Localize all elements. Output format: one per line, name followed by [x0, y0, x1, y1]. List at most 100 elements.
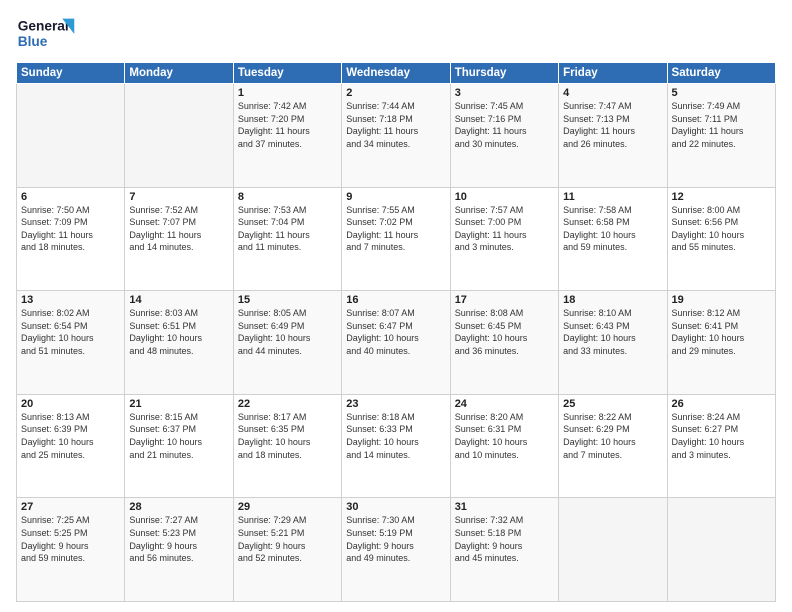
calendar-cell: 24Sunrise: 8:20 AM Sunset: 6:31 PM Dayli… [450, 394, 558, 498]
weekday-header: Tuesday [233, 63, 341, 84]
calendar-cell: 8Sunrise: 7:53 AM Sunset: 7:04 PM Daylig… [233, 187, 341, 291]
day-number: 22 [238, 398, 337, 410]
day-info: Sunrise: 8:18 AM Sunset: 6:33 PM Dayligh… [346, 411, 445, 461]
day-number: 10 [455, 191, 554, 203]
calendar-cell: 23Sunrise: 8:18 AM Sunset: 6:33 PM Dayli… [342, 394, 450, 498]
day-number: 13 [21, 294, 120, 306]
calendar-cell: 19Sunrise: 8:12 AM Sunset: 6:41 PM Dayli… [667, 291, 775, 395]
svg-text:Blue: Blue [18, 34, 48, 49]
day-info: Sunrise: 7:27 AM Sunset: 5:23 PM Dayligh… [129, 514, 228, 564]
day-info: Sunrise: 8:15 AM Sunset: 6:37 PM Dayligh… [129, 411, 228, 461]
calendar-week: 1Sunrise: 7:42 AM Sunset: 7:20 PM Daylig… [17, 84, 776, 188]
calendar-cell: 14Sunrise: 8:03 AM Sunset: 6:51 PM Dayli… [125, 291, 233, 395]
day-info: Sunrise: 8:05 AM Sunset: 6:49 PM Dayligh… [238, 307, 337, 357]
calendar-cell: 16Sunrise: 8:07 AM Sunset: 6:47 PM Dayli… [342, 291, 450, 395]
day-info: Sunrise: 8:03 AM Sunset: 6:51 PM Dayligh… [129, 307, 228, 357]
day-info: Sunrise: 8:00 AM Sunset: 6:56 PM Dayligh… [672, 204, 771, 254]
weekday-header: Friday [559, 63, 667, 84]
calendar-cell [125, 84, 233, 188]
calendar-cell: 20Sunrise: 8:13 AM Sunset: 6:39 PM Dayli… [17, 394, 125, 498]
day-number: 1 [238, 87, 337, 99]
weekday-header: Wednesday [342, 63, 450, 84]
day-info: Sunrise: 8:08 AM Sunset: 6:45 PM Dayligh… [455, 307, 554, 357]
calendar-cell: 4Sunrise: 7:47 AM Sunset: 7:13 PM Daylig… [559, 84, 667, 188]
day-number: 29 [238, 501, 337, 513]
header: General Blue [16, 12, 776, 56]
calendar-cell: 3Sunrise: 7:45 AM Sunset: 7:16 PM Daylig… [450, 84, 558, 188]
calendar-cell: 11Sunrise: 7:58 AM Sunset: 6:58 PM Dayli… [559, 187, 667, 291]
day-number: 12 [672, 191, 771, 203]
calendar-body: 1Sunrise: 7:42 AM Sunset: 7:20 PM Daylig… [17, 84, 776, 602]
day-info: Sunrise: 8:22 AM Sunset: 6:29 PM Dayligh… [563, 411, 662, 461]
logo-svg: General Blue [16, 12, 76, 56]
day-number: 23 [346, 398, 445, 410]
calendar-cell: 30Sunrise: 7:30 AM Sunset: 5:19 PM Dayli… [342, 498, 450, 602]
day-info: Sunrise: 7:42 AM Sunset: 7:20 PM Dayligh… [238, 100, 337, 150]
day-info: Sunrise: 8:10 AM Sunset: 6:43 PM Dayligh… [563, 307, 662, 357]
day-number: 4 [563, 87, 662, 99]
day-number: 9 [346, 191, 445, 203]
day-number: 2 [346, 87, 445, 99]
day-number: 16 [346, 294, 445, 306]
day-info: Sunrise: 7:47 AM Sunset: 7:13 PM Dayligh… [563, 100, 662, 150]
calendar-cell: 2Sunrise: 7:44 AM Sunset: 7:18 PM Daylig… [342, 84, 450, 188]
calendar-cell: 21Sunrise: 8:15 AM Sunset: 6:37 PM Dayli… [125, 394, 233, 498]
calendar-cell: 29Sunrise: 7:29 AM Sunset: 5:21 PM Dayli… [233, 498, 341, 602]
calendar-cell [559, 498, 667, 602]
calendar-cell: 9Sunrise: 7:55 AM Sunset: 7:02 PM Daylig… [342, 187, 450, 291]
calendar-table: SundayMondayTuesdayWednesdayThursdayFrid… [16, 62, 776, 602]
day-info: Sunrise: 7:50 AM Sunset: 7:09 PM Dayligh… [21, 204, 120, 254]
weekday-header: Thursday [450, 63, 558, 84]
day-info: Sunrise: 7:58 AM Sunset: 6:58 PM Dayligh… [563, 204, 662, 254]
day-number: 6 [21, 191, 120, 203]
day-info: Sunrise: 8:13 AM Sunset: 6:39 PM Dayligh… [21, 411, 120, 461]
day-number: 20 [21, 398, 120, 410]
day-info: Sunrise: 8:17 AM Sunset: 6:35 PM Dayligh… [238, 411, 337, 461]
calendar-week: 27Sunrise: 7:25 AM Sunset: 5:25 PM Dayli… [17, 498, 776, 602]
day-info: Sunrise: 7:30 AM Sunset: 5:19 PM Dayligh… [346, 514, 445, 564]
day-info: Sunrise: 7:52 AM Sunset: 7:07 PM Dayligh… [129, 204, 228, 254]
day-number: 8 [238, 191, 337, 203]
day-number: 24 [455, 398, 554, 410]
day-info: Sunrise: 7:45 AM Sunset: 7:16 PM Dayligh… [455, 100, 554, 150]
day-number: 18 [563, 294, 662, 306]
day-number: 15 [238, 294, 337, 306]
day-number: 30 [346, 501, 445, 513]
day-info: Sunrise: 8:12 AM Sunset: 6:41 PM Dayligh… [672, 307, 771, 357]
day-number: 26 [672, 398, 771, 410]
weekday-header: Saturday [667, 63, 775, 84]
day-info: Sunrise: 7:53 AM Sunset: 7:04 PM Dayligh… [238, 204, 337, 254]
day-info: Sunrise: 8:02 AM Sunset: 6:54 PM Dayligh… [21, 307, 120, 357]
calendar-cell: 13Sunrise: 8:02 AM Sunset: 6:54 PM Dayli… [17, 291, 125, 395]
page: General Blue SundayMondayTuesdayWednesda… [0, 0, 792, 612]
calendar-cell: 27Sunrise: 7:25 AM Sunset: 5:25 PM Dayli… [17, 498, 125, 602]
day-number: 27 [21, 501, 120, 513]
calendar-cell: 18Sunrise: 8:10 AM Sunset: 6:43 PM Dayli… [559, 291, 667, 395]
day-number: 7 [129, 191, 228, 203]
calendar-week: 20Sunrise: 8:13 AM Sunset: 6:39 PM Dayli… [17, 394, 776, 498]
calendar-cell: 22Sunrise: 8:17 AM Sunset: 6:35 PM Dayli… [233, 394, 341, 498]
day-info: Sunrise: 7:32 AM Sunset: 5:18 PM Dayligh… [455, 514, 554, 564]
day-info: Sunrise: 8:24 AM Sunset: 6:27 PM Dayligh… [672, 411, 771, 461]
calendar-cell: 6Sunrise: 7:50 AM Sunset: 7:09 PM Daylig… [17, 187, 125, 291]
calendar-cell: 15Sunrise: 8:05 AM Sunset: 6:49 PM Dayli… [233, 291, 341, 395]
calendar-cell [17, 84, 125, 188]
day-number: 25 [563, 398, 662, 410]
calendar-week: 13Sunrise: 8:02 AM Sunset: 6:54 PM Dayli… [17, 291, 776, 395]
svg-text:General: General [18, 19, 69, 34]
day-number: 3 [455, 87, 554, 99]
calendar-cell: 17Sunrise: 8:08 AM Sunset: 6:45 PM Dayli… [450, 291, 558, 395]
day-number: 11 [563, 191, 662, 203]
day-number: 17 [455, 294, 554, 306]
calendar-cell: 10Sunrise: 7:57 AM Sunset: 7:00 PM Dayli… [450, 187, 558, 291]
calendar-cell: 25Sunrise: 8:22 AM Sunset: 6:29 PM Dayli… [559, 394, 667, 498]
calendar-header: SundayMondayTuesdayWednesdayThursdayFrid… [17, 63, 776, 84]
calendar-cell [667, 498, 775, 602]
calendar-cell: 7Sunrise: 7:52 AM Sunset: 7:07 PM Daylig… [125, 187, 233, 291]
day-info: Sunrise: 8:07 AM Sunset: 6:47 PM Dayligh… [346, 307, 445, 357]
day-info: Sunrise: 7:57 AM Sunset: 7:00 PM Dayligh… [455, 204, 554, 254]
day-info: Sunrise: 7:49 AM Sunset: 7:11 PM Dayligh… [672, 100, 771, 150]
day-info: Sunrise: 7:55 AM Sunset: 7:02 PM Dayligh… [346, 204, 445, 254]
calendar-cell: 26Sunrise: 8:24 AM Sunset: 6:27 PM Dayli… [667, 394, 775, 498]
day-info: Sunrise: 7:29 AM Sunset: 5:21 PM Dayligh… [238, 514, 337, 564]
